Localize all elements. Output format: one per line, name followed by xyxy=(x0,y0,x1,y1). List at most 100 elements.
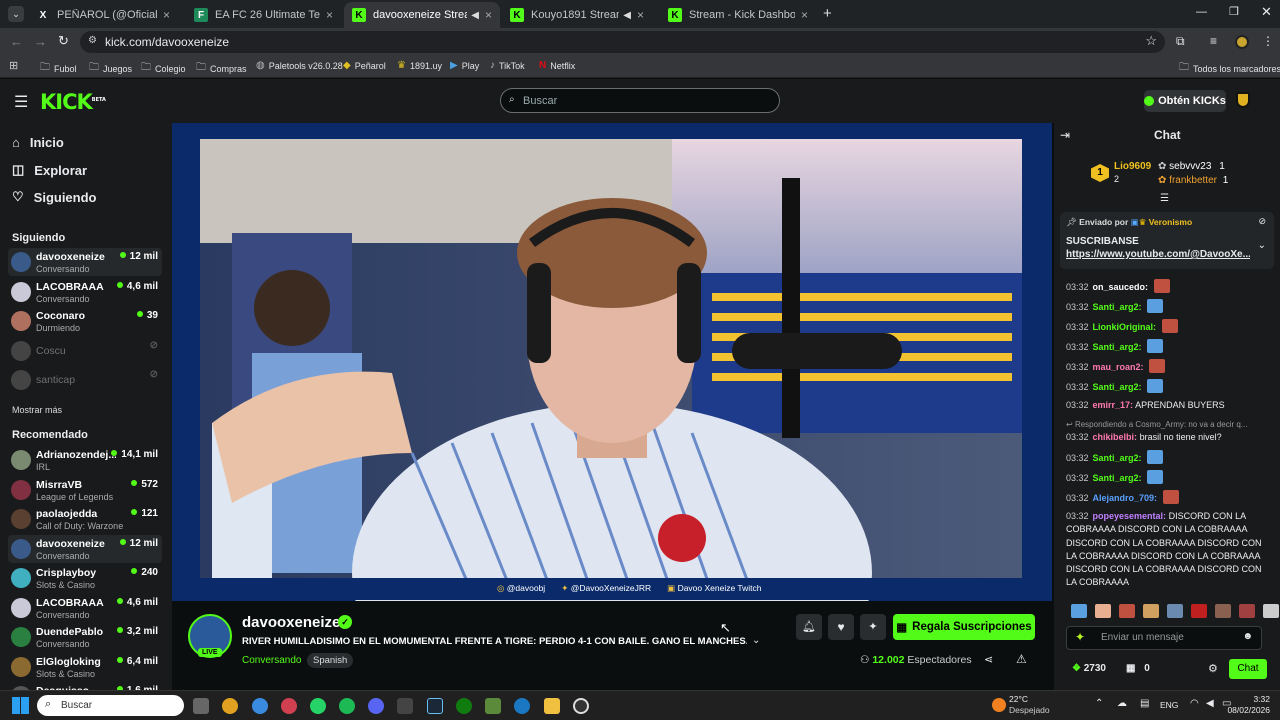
chevron-down-icon[interactable]: ⌄ xyxy=(1258,240,1266,251)
chat-username[interactable]: Santi_arg2: xyxy=(1093,342,1142,352)
tab-x[interactable]: XPEÑAROL (@OficialCAP) / X× xyxy=(28,2,178,28)
chat-message[interactable]: 03:32 mau_roan2: xyxy=(1066,359,1274,374)
heart-follow-button[interactable]: ♥ xyxy=(828,614,854,640)
apps-icon[interactable]: ⊞ xyxy=(9,59,18,72)
menu-icon[interactable]: ⋮ xyxy=(1262,34,1274,48)
channel-row[interactable]: LACOBRAAA Conversando 4,6 mil xyxy=(8,278,162,306)
chat-username[interactable]: chikibelbi: xyxy=(1093,432,1138,442)
app-icon[interactable] xyxy=(397,698,413,714)
chat-username[interactable]: Santi_arg2: xyxy=(1093,453,1142,463)
window-close-icon[interactable]: ✕ xyxy=(1261,4,1272,20)
xbox-icon[interactable] xyxy=(456,698,472,714)
chat-username[interactable]: emirr_17: xyxy=(1093,400,1134,410)
back-icon[interactable]: ← xyxy=(10,34,23,49)
chat-message[interactable]: ↩ Respondiendo a Cosmo_Army: no va a dec… xyxy=(1066,420,1274,445)
chat-username[interactable]: Santi_arg2: xyxy=(1093,382,1142,392)
close-icon[interactable]: × xyxy=(326,8,333,22)
user-avatar[interactable] xyxy=(1236,92,1250,108)
channel-row[interactable]: santicap ⊘ xyxy=(8,366,162,394)
tray-app-icon[interactable]: ▤ xyxy=(1140,698,1149,709)
speaker-icon[interactable]: ◀︎ xyxy=(471,10,479,21)
sparkle-icon[interactable]: ✦ xyxy=(860,614,886,640)
tray-chevron-icon[interactable]: ⌃ xyxy=(1095,698,1103,709)
chat-message[interactable]: 03:32 Alejandro_709: xyxy=(1066,490,1274,505)
file-explorer-icon[interactable] xyxy=(544,698,560,714)
channel-row[interactable]: LACOBRAAA Conversando 4,6 mil xyxy=(8,594,162,622)
expand-leaderboard-icon[interactable]: ☰ xyxy=(1160,193,1169,204)
minecraft-icon[interactable] xyxy=(485,698,501,714)
all-bookmarks[interactable]: 🗀 Todos los marcadores xyxy=(1179,60,1280,77)
unpin-icon[interactable]: ⊘ xyxy=(1258,216,1266,227)
channel-row[interactable]: davooxeneize Conversando 12 mil xyxy=(8,248,162,276)
chrome-profile-icon[interactable] xyxy=(281,698,297,714)
obs-icon[interactable] xyxy=(573,698,589,714)
keyboard-language[interactable]: ENG xyxy=(1160,700,1178,710)
channel-row[interactable]: paolaojedda Call of Duty: Warzone 121 xyxy=(8,505,162,533)
category-link[interactable]: Conversando xyxy=(242,655,301,666)
kick-points[interactable]: ❖ 2730 xyxy=(1072,663,1106,674)
video-player[interactable]: ◎ @davoobj ✦ @DavooXeneizeJRR ▣ Davoo Xe… xyxy=(172,123,1052,601)
language-tag[interactable]: Spanish xyxy=(307,653,354,668)
spotify-icon[interactable] xyxy=(339,698,355,714)
bookmark-tiktok[interactable]: ♪ TikTok xyxy=(490,60,525,71)
chat-message[interactable]: 03:32 Santi_arg2: xyxy=(1066,299,1274,314)
leader3-name[interactable]: ✿ frankbetter 1 xyxy=(1158,175,1228,186)
bell-icon[interactable]: 🔔︎ xyxy=(796,614,822,640)
chat-username[interactable]: on_saucedo: xyxy=(1093,282,1149,292)
chat-username[interactable]: Santi_arg2: xyxy=(1093,302,1142,312)
weather-widget[interactable]: 22°C Despejado xyxy=(1009,694,1050,716)
bookmark-penarol[interactable]: ◆ Peñarol xyxy=(343,60,386,71)
chrome-icon[interactable] xyxy=(222,698,238,714)
chat-username[interactable]: mau_roan2: xyxy=(1093,362,1144,372)
minimize-icon[interactable]: — xyxy=(1196,6,1207,18)
profile-avatar[interactable] xyxy=(1235,35,1249,49)
steam-icon[interactable] xyxy=(427,698,443,714)
leader2-name[interactable]: ✿ sebvvv23 1 xyxy=(1158,161,1225,172)
wifi-icon[interactable]: ◠ xyxy=(1190,698,1199,709)
restore-icon[interactable]: ❐ xyxy=(1229,5,1239,18)
channel-row[interactable]: Coconaro Durmiendo 39 xyxy=(8,307,162,335)
bookmark-star-icon[interactable]: ☆ xyxy=(1145,33,1157,49)
tab-dashboard[interactable]: KStream - Kick Dashboard× xyxy=(660,2,816,28)
share-icon[interactable]: ⋖ xyxy=(984,653,993,666)
chat-message[interactable]: 03:32 LionkiOriginal: xyxy=(1066,319,1274,334)
channel-row[interactable]: DuendePablo Conversando 3,2 mil xyxy=(8,623,162,651)
discord-icon[interactable] xyxy=(368,698,384,714)
bookmark-1891[interactable]: ♛ 1891.uy xyxy=(397,60,442,71)
volume-icon[interactable]: ◀︎ xyxy=(1206,698,1214,709)
emote-icon[interactable] xyxy=(1215,604,1231,618)
windows-start-icon[interactable] xyxy=(12,697,29,714)
forward-icon[interactable]: → xyxy=(34,34,47,49)
reload-icon[interactable]: ↻ xyxy=(58,33,69,49)
tab-list-icon[interactable]: ⌄ xyxy=(8,6,24,22)
bookmark-compras[interactable]: 🗀 Compras xyxy=(196,60,247,77)
close-icon[interactable]: × xyxy=(801,8,808,22)
emote-icon[interactable] xyxy=(1191,604,1207,618)
report-icon[interactable]: ⚠ xyxy=(1016,652,1027,666)
close-icon[interactable]: × xyxy=(163,8,170,22)
pinned-message[interactable]: 📌︎ Enviado por ▣♛ Veronismo ⊘ SUSCRIBANS… xyxy=(1060,212,1274,269)
extensions-icon[interactable]: ⧉ xyxy=(1176,34,1185,49)
channel-row[interactable]: ElGlogloking Slots & Casino 6,4 mil xyxy=(8,653,162,681)
url-bar[interactable]: ⚙ kick.com/davooxeneize ☆ xyxy=(80,31,1165,53)
chat-username[interactable]: LionkiOriginal: xyxy=(1093,322,1157,332)
tab-davoo[interactable]: Kdavooxeneize Stream - Watch◀︎× xyxy=(344,2,500,28)
chat-message[interactable]: 03:32 on_saucedo: xyxy=(1066,279,1274,294)
chat-input[interactable]: ✦ Enviar un mensaje ☻ xyxy=(1066,626,1262,650)
chat-username[interactable]: Alejandro_709: xyxy=(1093,493,1158,503)
channel-row[interactable]: davooxeneize Conversando 12 mil xyxy=(8,534,162,563)
chrome-profile-icon[interactable] xyxy=(252,698,268,714)
bookmark-netflix[interactable]: N Netflix xyxy=(539,60,575,71)
emote-icon[interactable] xyxy=(1071,604,1087,618)
bookmark-juegos[interactable]: 🗀 Juegos xyxy=(89,60,132,77)
tab-fc26[interactable]: FEA FC 26 Ultimate Team Prices× xyxy=(186,2,341,28)
emote-icon[interactable] xyxy=(1119,604,1135,618)
close-icon[interactable]: × xyxy=(637,8,644,22)
chat-message[interactable]: 03:32 Santi_arg2: xyxy=(1066,339,1274,354)
sparkle-icon[interactable]: ✦ xyxy=(1075,630,1085,644)
weather-icon[interactable] xyxy=(992,698,1006,712)
channel-name[interactable]: davooxeneize xyxy=(242,614,340,631)
channel-row[interactable]: Crisplayboy Slots & Casino 240 xyxy=(8,564,162,592)
chat-settings-icon[interactable]: ⚙ xyxy=(1208,662,1218,675)
clock[interactable]: 3:32 08/02/2026 xyxy=(1227,694,1270,716)
